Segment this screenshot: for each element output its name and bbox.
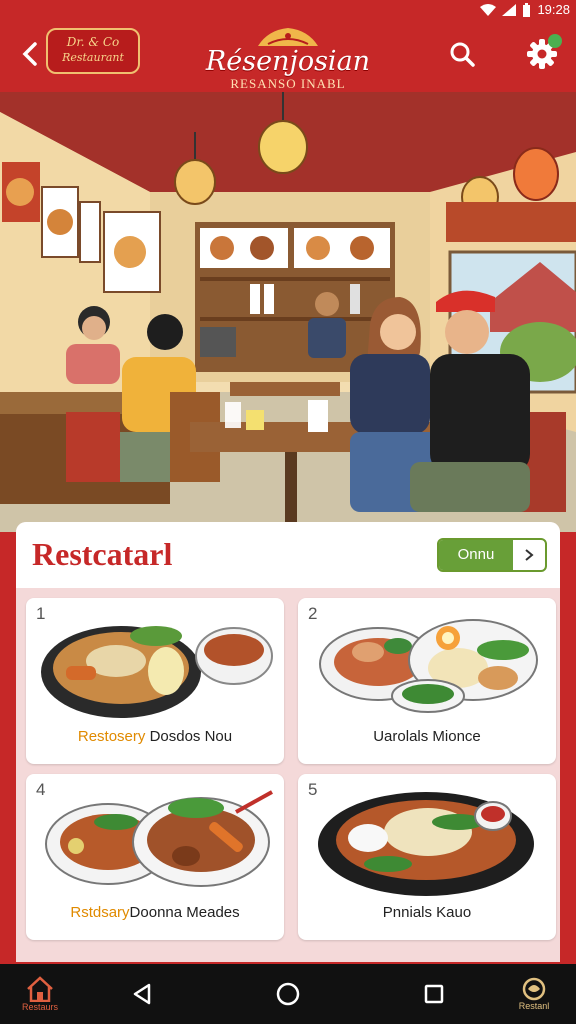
dish-tag: Rstdsary xyxy=(70,904,130,921)
wifi-icon xyxy=(480,3,497,16)
app-title: Résenjosian RESANSO INABL xyxy=(170,26,406,92)
more-button-label: Onnu xyxy=(439,540,513,570)
dish-name: Pnnials Kauo xyxy=(298,904,556,921)
card-number: 1 xyxy=(36,604,46,623)
dish-title: Dosdos Nou xyxy=(145,728,233,745)
panel-title: Restcatarl xyxy=(32,536,173,572)
dish-tag: Restosery xyxy=(77,728,146,745)
triangle-back-icon xyxy=(133,983,151,1005)
nav-back-button[interactable] xyxy=(120,972,164,1016)
dish-title: Uarolals Mionce xyxy=(373,728,481,745)
restaurant-scene-image xyxy=(0,92,576,532)
nav-home-label: Restaurs xyxy=(21,1002,58,1012)
circle-home-icon xyxy=(276,982,300,1006)
navigation-bar: Restaurs Restanl xyxy=(0,964,576,1024)
dish-image xyxy=(45,790,273,887)
chevron-right-icon xyxy=(513,540,545,570)
home-icon xyxy=(27,976,53,1002)
status-icons: 19:28 xyxy=(480,2,570,17)
panel-header: Restcatarl Onnu xyxy=(16,522,560,588)
nav-home-button[interactable]: Restaurs xyxy=(18,972,62,1016)
notification-dot xyxy=(548,34,562,48)
status-bar: 19:28 xyxy=(0,0,576,20)
nav-recents-button[interactable] xyxy=(412,972,456,1016)
dish-card[interactable]: 2 Uarolals Mionce xyxy=(298,598,556,764)
card-number: 4 xyxy=(36,780,46,799)
badge-line2: Restaurant xyxy=(62,51,124,64)
more-button[interactable]: Onnu xyxy=(437,538,547,572)
dish-name: Restosery Dosdos Nou xyxy=(26,728,284,745)
dish-card[interactable]: 4 RstdsaryDoonna Meades xyxy=(26,774,284,940)
dish-title: Pnnials Kauo xyxy=(382,904,472,921)
brand-badge[interactable]: Dr. & Co Restaurant xyxy=(46,28,140,74)
settings-button[interactable] xyxy=(524,34,562,72)
signal-icon xyxy=(502,3,517,16)
ornament-icon xyxy=(258,28,318,46)
hero-illustration xyxy=(0,92,576,532)
app-bar: Dr. & Co Restaurant Résenjosian RESANSO … xyxy=(0,20,576,92)
search-icon xyxy=(450,42,475,67)
search-button[interactable] xyxy=(446,38,478,70)
status-time: 19:28 xyxy=(537,2,570,17)
dish-title: Doonna Meades xyxy=(129,904,240,921)
dish-image xyxy=(318,792,534,896)
dish-card[interactable]: 1 Restosery Dosdos Nou xyxy=(26,598,284,764)
card-number: 2 xyxy=(308,604,318,623)
dish-image xyxy=(319,619,538,713)
nav-brand-button[interactable]: Restanl xyxy=(512,972,556,1016)
dish-name: RstdsaryDoonna Meades xyxy=(26,904,284,921)
dish-image xyxy=(41,626,273,718)
app-subtitle: RESANSO INABL xyxy=(230,76,346,91)
nav-home-circle-button[interactable] xyxy=(266,972,310,1016)
battery-icon xyxy=(523,2,531,17)
restaurant-panel: Restcatarl Onnu 1 Restosery Dosdos Nou 2… xyxy=(16,522,560,962)
square-recents-icon xyxy=(424,984,444,1004)
back-button[interactable] xyxy=(14,38,46,70)
dish-name: Uarolals Mionce xyxy=(298,728,556,745)
brand-logo-icon xyxy=(522,977,546,1001)
badge-line1: Dr. & Co xyxy=(66,35,120,49)
card-number: 5 xyxy=(308,780,318,799)
nav-brand-label: Restanl xyxy=(518,1001,550,1011)
back-arrow-icon xyxy=(22,42,37,66)
dish-card[interactable]: 5 Pnnials Kauo xyxy=(298,774,556,940)
app-title-text: Résenjosian xyxy=(205,46,371,77)
